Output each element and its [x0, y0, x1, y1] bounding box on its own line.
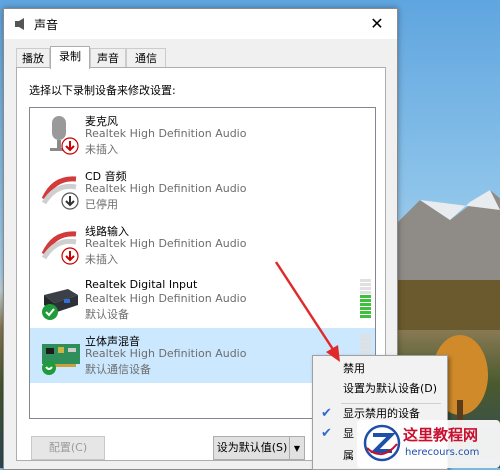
- configure-button[interactable]: 配置(C): [31, 436, 105, 460]
- meter-segment: [360, 283, 371, 286]
- checkmark-icon: ✔: [321, 406, 332, 421]
- device-driver: Realtek High Definition Audio: [85, 347, 247, 360]
- cd-audio-cable-icon: [41, 176, 79, 210]
- meter-segment: [360, 334, 371, 337]
- device-name: Realtek Digital Input: [85, 278, 198, 291]
- stereo-mix-card-icon: [42, 344, 80, 375]
- meter-segment: [360, 291, 371, 294]
- tab-communications[interactable]: 通信: [126, 48, 166, 68]
- checkmark-icon: ✔: [321, 426, 332, 441]
- tab-recording[interactable]: 录制: [50, 46, 90, 69]
- device-digital-input[interactable]: Realtek Digital Input Realtek High Defin…: [30, 273, 375, 328]
- meter-segment: [360, 315, 371, 318]
- watermark: 这里教程网 herecours.com: [357, 420, 500, 468]
- title-bar: 声音 ✕: [4, 9, 397, 39]
- watermark-title: 这里教程网: [403, 426, 479, 444]
- meter-segment: [360, 338, 371, 341]
- meter-segment: [360, 279, 371, 282]
- instruction-label: 选择以下录制设备来修改设置:: [29, 84, 176, 97]
- device-driver: Realtek High Definition Audio: [85, 237, 247, 250]
- digital-input-icon: [42, 289, 78, 320]
- window-title: 声音: [34, 18, 59, 32]
- tab-sounds[interactable]: 声音: [90, 48, 126, 68]
- device-line-in[interactable]: 线路输入 Realtek High Definition Audio 未插入: [30, 218, 375, 273]
- meter-segment: [360, 295, 371, 298]
- menu-item-disable[interactable]: 禁用: [313, 358, 447, 380]
- device-status: 默认通信设备: [85, 363, 151, 376]
- device-driver: Realtek High Definition Audio: [85, 182, 247, 195]
- device-driver: Realtek High Definition Audio: [85, 127, 247, 140]
- set-default-button[interactable]: 设为默认值(S): [213, 436, 291, 460]
- device-cd-audio[interactable]: CD 音频 Realtek High Definition Audio 已停用: [30, 163, 375, 218]
- meter-segment: [360, 342, 371, 345]
- meter-segment: [360, 307, 371, 310]
- level-meter: [360, 279, 371, 321]
- device-status: 默认设备: [85, 308, 129, 321]
- meter-segment: [360, 350, 371, 353]
- device-status: 已停用: [85, 198, 118, 211]
- mountain-scenery: [380, 190, 500, 330]
- menu-item-set-default[interactable]: 设置为默认设备(D): [313, 378, 447, 400]
- device-driver: Realtek High Definition Audio: [85, 292, 247, 305]
- meter-segment: [360, 311, 371, 314]
- device-microphone[interactable]: 麦克风 Realtek High Definition Audio 未插入: [30, 108, 375, 163]
- watermark-logo: [363, 424, 401, 462]
- watermark-url: herecours.com: [405, 447, 480, 458]
- line-in-cable-icon: [41, 231, 79, 265]
- close-icon: ✕: [370, 14, 384, 33]
- speaker-icon: [15, 18, 24, 30]
- tab-playback[interactable]: 播放: [16, 48, 50, 68]
- meter-segment: [360, 299, 371, 302]
- meter-segment: [360, 346, 371, 349]
- chevron-down-icon: ▼: [293, 444, 301, 453]
- microphone-icon: [50, 116, 79, 155]
- close-button[interactable]: ✕: [357, 9, 397, 39]
- meter-segment: [360, 287, 371, 290]
- set-default-dropdown[interactable]: ▼: [289, 436, 305, 460]
- device-status: 未插入: [85, 253, 118, 266]
- meter-segment: [360, 303, 371, 306]
- device-status: 未插入: [85, 143, 118, 156]
